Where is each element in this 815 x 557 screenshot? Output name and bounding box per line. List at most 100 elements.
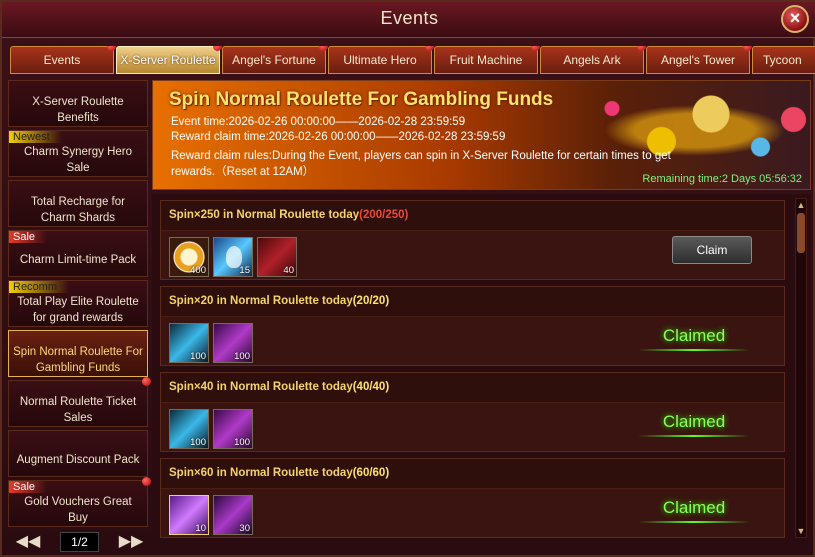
sidebar-item-label: Gold Vouchers Great Buy	[24, 495, 132, 524]
event-title: Spin Normal Roulette For Gambling Funds	[169, 89, 554, 110]
notification-dot-icon	[142, 477, 151, 486]
events-window: Events × Events X-Server Roulette Angel'…	[0, 0, 815, 557]
task-header: Spin×60 in Normal Roulette today(60/60)	[161, 459, 784, 489]
tab-ultimate-hero[interactable]: Ultimate Hero	[328, 46, 434, 74]
sidebar-item-total-recharge-charm-shards[interactable]: Total Recharge for Charm Shards	[8, 180, 148, 227]
sidebar-item-label: Spin Normal Roulette For Gambling Funds	[13, 345, 143, 374]
reward-items: 10 30	[169, 495, 253, 535]
sale-badge: Sale	[9, 231, 48, 243]
claimed-status: Claimed	[638, 493, 750, 523]
reward-items: 100 100	[169, 409, 253, 449]
sidebar-item-normal-roulette-ticket-sales[interactable]: Normal Roulette Ticket Sales	[8, 377, 151, 427]
next-page-button[interactable]: ▶▶	[115, 534, 147, 550]
item-quantity: 15	[239, 265, 250, 276]
event-sidebar: X-Server Roulette Benefits Newest Charm …	[8, 80, 151, 530]
tab-events[interactable]: Events	[10, 46, 116, 74]
page-indicator: 1/2	[60, 532, 99, 552]
item-quantity: 10	[195, 523, 206, 534]
task-description: Spin×20 in Normal Roulette today	[169, 295, 353, 307]
task-scrollbar[interactable]: ▲ ▼	[795, 198, 807, 538]
item-quantity: 30	[239, 523, 250, 534]
task-description: Spin×40 in Normal Roulette today	[169, 381, 353, 393]
event-time: Event time:2026-02-26 00:00:00——2026-02-…	[171, 116, 466, 128]
item-quantity: 400	[190, 265, 206, 276]
tab-label: X-Server Roulette	[120, 53, 216, 67]
tab-label: Ultimate Hero	[343, 53, 417, 67]
tab-angels-tower[interactable]: Angel's Tower	[646, 46, 752, 74]
recommended-badge: Recomm	[9, 281, 70, 293]
task-label: Spin×20 in Normal Roulette today(20/20)	[169, 295, 389, 307]
task-row: Spin×20 in Normal Roulette today(20/20) …	[160, 286, 785, 366]
tab-label: Fruit Machine	[449, 53, 523, 67]
sidebar-item-label: Total Recharge for Charm Shards	[31, 195, 125, 224]
task-row: Spin×250 in Normal Roulette today(200/25…	[160, 200, 785, 280]
blue-crystal-icon[interactable]: 100	[169, 323, 209, 363]
task-progress: (20/20)	[352, 295, 390, 307]
task-row: Spin×40 in Normal Roulette today(40/40) …	[160, 372, 785, 452]
prev-page-button[interactable]: ◀◀	[12, 534, 44, 550]
sidebar-item-charm-synergy-hero-sale[interactable]: Newest Charm Synergy Hero Sale	[8, 130, 148, 177]
event-tabs: Events X-Server Roulette Angel's Fortune…	[10, 46, 815, 76]
item-quantity: 100	[190, 351, 206, 362]
sidebar-item-label: Normal Roulette Ticket Sales	[19, 395, 137, 424]
sidebar-item-label: Total Play Elite Roulette for grand rewa…	[17, 295, 139, 324]
item-quantity: 100	[234, 437, 250, 448]
reward-claim-rules: Reward claim rules:During the Event, pla…	[171, 150, 671, 178]
sidebar-item-gold-vouchers-great-buy[interactable]: Sale Gold Vouchers Great Buy	[8, 477, 151, 527]
tab-angels-fortune[interactable]: Angel's Fortune	[222, 46, 328, 74]
sidebar-item-augment-discount-pack[interactable]: Augment Discount Pack	[8, 430, 148, 477]
purple-ticket-icon[interactable]: 100	[213, 323, 253, 363]
task-progress: (200/250)	[359, 209, 409, 221]
scroll-down-icon[interactable]: ▼	[796, 525, 806, 537]
task-header: Spin×250 in Normal Roulette today(200/25…	[161, 201, 784, 231]
task-progress: (40/40)	[352, 381, 390, 393]
purple-armor-icon[interactable]: 10	[169, 495, 209, 535]
scroll-thumb[interactable]	[797, 213, 805, 253]
sidebar-item-x-server-roulette-benefits[interactable]: X-Server Roulette Benefits	[8, 80, 148, 127]
notification-dot-icon	[319, 46, 328, 51]
sidebar-item-label: Charm Synergy Hero Sale	[23, 145, 132, 174]
task-label: Spin×250 in Normal Roulette today(200/25…	[169, 209, 408, 221]
task-progress: (60/60)	[352, 467, 390, 479]
scroll-up-icon[interactable]: ▲	[796, 199, 806, 211]
newest-badge: Newest	[9, 131, 62, 143]
title-bar: Events ×	[2, 2, 815, 38]
claimed-status: Claimed	[638, 407, 750, 437]
sidebar-item-spin-normal-roulette[interactable]: Spin Normal Roulette For Gambling Funds	[8, 330, 148, 377]
sidebar-item-label: Charm Limit-time Pack	[19, 253, 137, 266]
purple-crystal-icon[interactable]: 30	[213, 495, 253, 535]
task-label: Spin×60 in Normal Roulette today(60/60)	[169, 467, 389, 479]
notification-dot-icon	[637, 46, 646, 51]
claim-button[interactable]: Claim	[672, 236, 752, 264]
sidebar-item-label: Augment Discount Pack	[16, 453, 140, 466]
purple-ticket-icon[interactable]: 100	[213, 409, 253, 449]
tab-x-server-roulette[interactable]: X-Server Roulette	[116, 46, 222, 74]
reward-claim-time: Reward claim time:2026-02-26 00:00:00——2…	[171, 131, 506, 143]
coin-icon[interactable]: 400	[169, 237, 209, 277]
blue-crystal-icon[interactable]: 100	[169, 409, 209, 449]
tab-label: Angel's Tower	[660, 53, 736, 67]
close-button[interactable]: ×	[781, 5, 809, 33]
claimed-status: Claimed	[638, 321, 750, 351]
reward-items: 400 15 40	[169, 237, 297, 277]
notification-dot-icon	[531, 46, 540, 51]
tab-label: Events	[43, 53, 81, 67]
task-list: Spin×250 in Normal Roulette today(200/25…	[152, 194, 811, 541]
sidebar-item-charm-limit-time-pack[interactable]: Sale Charm Limit-time Pack	[8, 230, 148, 277]
task-description: Spin×250 in Normal Roulette today	[169, 209, 360, 221]
task-row: Spin×60 in Normal Roulette today(60/60) …	[160, 458, 785, 538]
notification-dot-icon	[425, 46, 434, 51]
sidebar-pager: ◀◀ 1/2 ▶▶	[12, 532, 147, 552]
task-header: Spin×20 in Normal Roulette today(20/20)	[161, 287, 784, 317]
tab-angels-ark[interactable]: Angels Ark	[540, 46, 646, 74]
red-book-icon[interactable]: 40	[257, 237, 297, 277]
item-quantity: 40	[283, 265, 294, 276]
tab-tycoon[interactable]: Tycoon	[752, 46, 815, 74]
sidebar-item-label: X-Server Roulette Benefits	[32, 95, 124, 124]
notification-dot-icon	[142, 377, 151, 386]
tab-fruit-machine[interactable]: Fruit Machine	[434, 46, 540, 74]
sidebar-item-total-play-elite-roulette[interactable]: Recomm Total Play Elite Roulette for gra…	[8, 280, 148, 327]
task-description: Spin×60 in Normal Roulette today	[169, 467, 353, 479]
angel-card-icon[interactable]: 15	[213, 237, 253, 277]
event-banner: Spin Normal Roulette For Gambling Funds …	[152, 80, 811, 190]
